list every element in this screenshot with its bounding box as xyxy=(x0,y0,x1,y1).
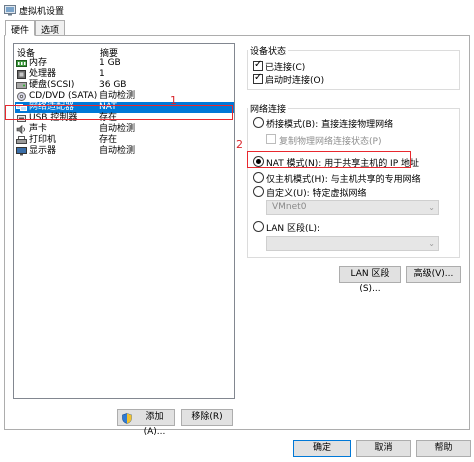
advanced-button-label: 高级(V)... xyxy=(413,269,454,279)
vmware-app-icon xyxy=(4,5,16,16)
list-item-printer[interactable]: 打印机 存在 xyxy=(15,135,234,146)
hard-disk-icon xyxy=(16,82,27,89)
custom-label[interactable]: 自定义(U): 特定虚拟网络 xyxy=(266,186,367,199)
custom-network-value: VMnet0 xyxy=(272,202,307,212)
sound-card-icon xyxy=(16,125,25,134)
device-summary: 1 GB xyxy=(99,58,121,68)
cpu-icon xyxy=(17,70,26,79)
highlight-box-network-adapter xyxy=(5,105,233,120)
ok-button[interactable]: 确定 xyxy=(293,440,351,457)
add-button-label: 添加(A)... xyxy=(143,412,166,437)
ok-button-label: 确定 xyxy=(312,443,331,453)
tab-hardware[interactable]: 硬件 xyxy=(5,20,36,36)
connect-at-power-on-checkbox[interactable] xyxy=(253,72,263,84)
list-item-cd-dvd[interactable]: CD/DVD (SATA) 自动检测 xyxy=(15,91,234,102)
device-summary: 存在 xyxy=(99,135,118,145)
device-list[interactable]: 设备 摘要 内存 1 GB 处理器 1 硬盘(SCSI) 36 GB CD/DV… xyxy=(13,43,235,399)
remove-button[interactable]: 移除(R) xyxy=(181,409,233,426)
add-button[interactable]: 添加(A)... xyxy=(117,409,175,437)
network-connection-title: 网络连接 xyxy=(248,102,289,115)
connect-at-power-on-label[interactable]: 启动时连接(O) xyxy=(265,73,324,86)
memory-icon xyxy=(16,60,27,67)
device-summary: 自动检测 xyxy=(99,91,136,101)
shield-icon xyxy=(122,413,132,424)
advanced-button[interactable]: 高级(V)... xyxy=(406,266,461,283)
list-item-hard-disk[interactable]: 硬盘(SCSI) 36 GB xyxy=(15,80,234,91)
chevron-down-icon: ⌄ xyxy=(428,239,435,248)
device-summary: 自动检测 xyxy=(99,146,136,156)
remove-button-label: 移除(R) xyxy=(191,412,223,422)
display-icon xyxy=(16,147,27,156)
printer-icon xyxy=(16,136,27,144)
lan-segment-label[interactable]: LAN 区段(L): xyxy=(266,221,320,234)
host-only-radio[interactable] xyxy=(253,172,264,183)
device-name: 硬盘(SCSI) xyxy=(29,80,75,90)
device-name: CD/DVD (SATA) xyxy=(29,91,98,101)
list-item-sound-card[interactable]: 声卡 自动检测 xyxy=(15,124,234,135)
help-button[interactable]: 帮助 xyxy=(416,440,471,457)
connected-label[interactable]: 已连接(C) xyxy=(265,60,305,73)
annotation-marker-1: 1 xyxy=(170,94,177,107)
help-button-label: 帮助 xyxy=(434,443,453,453)
bridged-label[interactable]: 桥接模式(B): 直接连接物理网络 xyxy=(266,117,393,130)
device-name: 声卡 xyxy=(29,124,48,134)
device-summary: 自动检测 xyxy=(99,124,136,134)
cd-dvd-icon xyxy=(17,92,26,101)
device-name: 内存 xyxy=(29,58,48,68)
list-item-memory[interactable]: 内存 1 GB xyxy=(15,58,234,69)
title-bar: 虚拟机设置 xyxy=(0,0,474,20)
host-only-label[interactable]: 仅主机模式(H): 与主机共享的专用网络 xyxy=(266,172,421,185)
list-header: 设备 摘要 xyxy=(14,44,234,59)
device-status-title: 设备状态 xyxy=(248,44,289,57)
custom-network-select[interactable]: VMnet0 ⌄ xyxy=(266,200,439,215)
tab-options[interactable]: 选项 xyxy=(35,20,66,36)
replicate-state-label: 复制物理网络连接状态(P) xyxy=(279,137,382,147)
device-summary: 36 GB xyxy=(99,80,127,90)
lan-segment-select[interactable]: ⌄ xyxy=(266,236,439,251)
lan-segments-button[interactable]: LAN 区段(S)... xyxy=(339,266,401,294)
device-name: 打印机 xyxy=(29,135,57,145)
annotation-marker-2: 2 xyxy=(236,138,243,151)
cancel-button[interactable]: 取消 xyxy=(356,440,411,457)
highlight-box-nat xyxy=(247,151,411,168)
cancel-button-label: 取消 xyxy=(374,443,393,453)
chevron-down-icon: ⌄ xyxy=(428,203,435,212)
list-item-display[interactable]: 显示器 自动检测 xyxy=(15,146,234,157)
replicate-state-checkbox[interactable] xyxy=(266,134,276,144)
device-summary: 1 xyxy=(99,69,105,79)
list-item-processor[interactable]: 处理器 1 xyxy=(15,69,234,80)
connected-checkbox[interactable] xyxy=(253,59,263,71)
bridged-radio[interactable] xyxy=(253,117,264,128)
lan-segment-radio[interactable] xyxy=(253,221,264,232)
tab-hardware-label: 硬件 xyxy=(11,26,30,36)
device-name: 显示器 xyxy=(29,146,57,156)
window-title: 虚拟机设置 xyxy=(19,7,65,17)
custom-radio[interactable] xyxy=(253,186,264,197)
device-name: 处理器 xyxy=(29,69,57,79)
